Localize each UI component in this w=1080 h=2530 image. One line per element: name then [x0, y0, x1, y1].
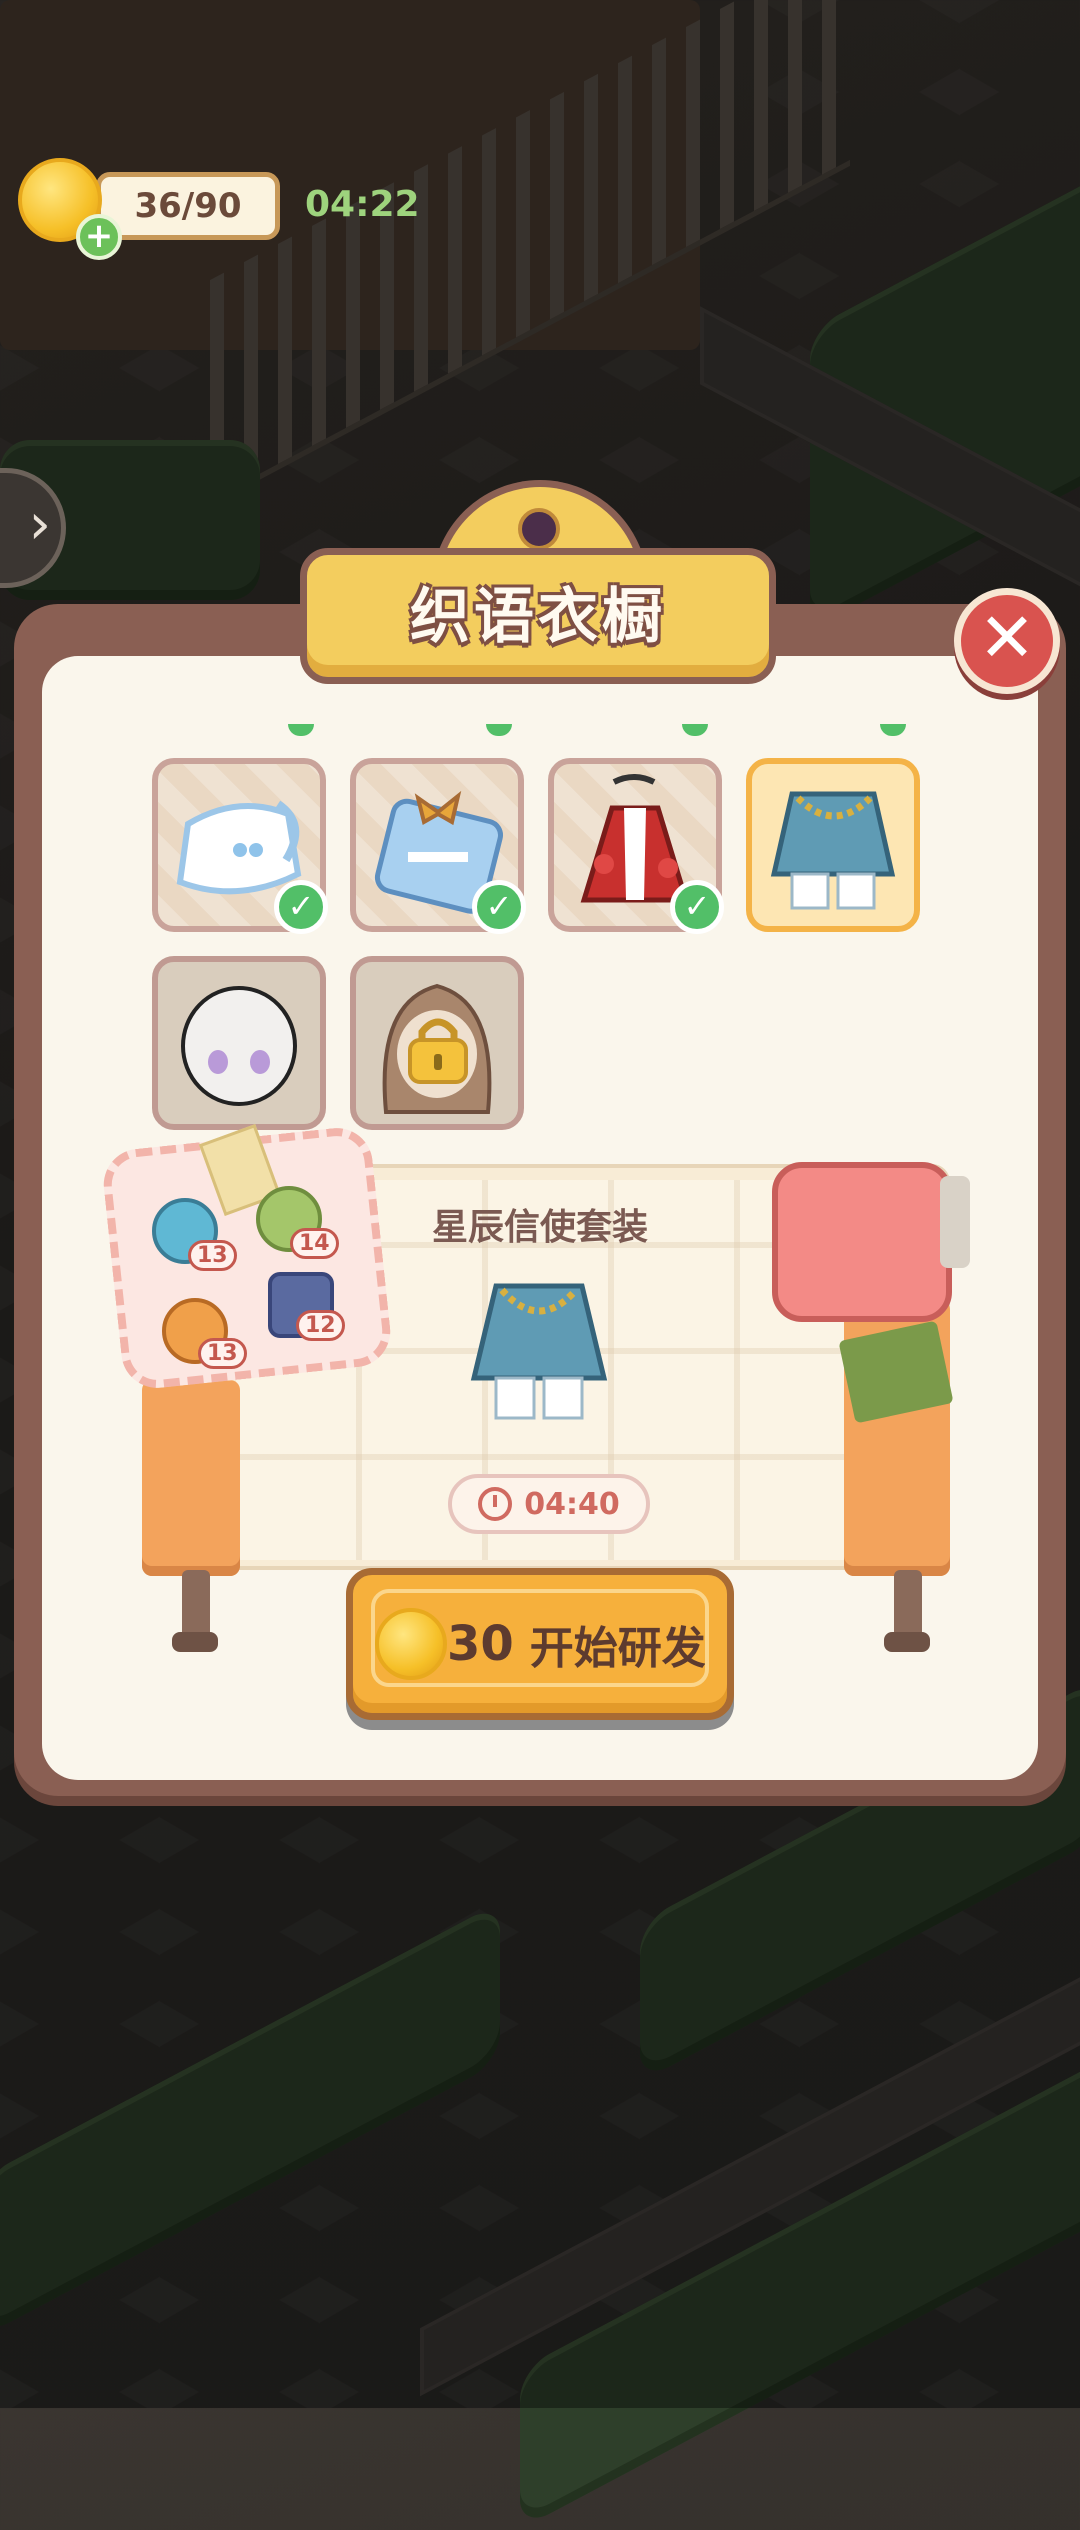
lock-icon [404, 1012, 472, 1084]
add-energy-button[interactable]: + [76, 214, 122, 260]
title-knob-hole [518, 508, 560, 550]
unlocked-check-icon: ✓ [274, 880, 328, 934]
unlocked-check-icon: ✓ [670, 880, 724, 934]
close-button[interactable]: ✕ [954, 588, 1060, 694]
research-duration-value: 04:40 [524, 1486, 620, 1522]
table-foot [884, 1632, 930, 1652]
energy-value: 36/90 [134, 186, 242, 226]
panel-title: 织语衣橱 [410, 582, 666, 652]
sewing-machine-icon [772, 1162, 952, 1322]
star-messenger-suit-preview-icon [462, 1266, 616, 1428]
button-count: 13 [198, 1338, 247, 1369]
sewing-machine-spool [940, 1176, 970, 1268]
table-drape [142, 1380, 240, 1576]
yarn-ball-count: 13 [188, 1240, 237, 1271]
star-messenger-suit-icon [770, 791, 896, 910]
item-slot-base-face[interactable] [152, 956, 326, 1130]
base-face-icon [181, 986, 297, 1106]
table-leg [894, 1570, 922, 1640]
fabric-roll-count: 12 [296, 1310, 345, 1341]
start-research-button[interactable]: 30 开始研发 [346, 1568, 734, 1720]
scissors-count: 14 [290, 1228, 339, 1259]
clock-icon [478, 1487, 513, 1521]
item-slot-star-messenger-suit[interactable] [746, 758, 920, 932]
energy-counter: 36/90 [96, 172, 280, 240]
start-research-label: 开始研发 [529, 1623, 706, 1674]
energy-refill-timer: 04:22 [305, 184, 420, 225]
research-cost: 30 [447, 1616, 514, 1672]
research-duration: 04:40 [448, 1474, 650, 1534]
lightbulb-energy-icon [375, 1608, 447, 1680]
table-leg [182, 1570, 210, 1640]
project-title: 星辰信使套装 [431, 1207, 648, 1248]
unlocked-check-icon: ✓ [472, 880, 526, 934]
table-foot [172, 1632, 218, 1652]
